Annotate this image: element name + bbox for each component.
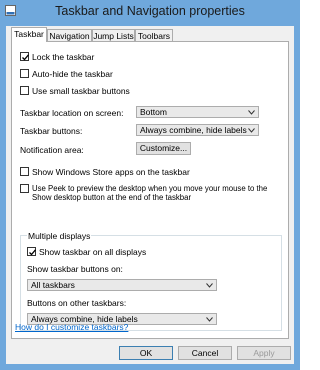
lock-taskbar-label: Lock the taskbar: [32, 52, 95, 62]
lock-taskbar-checkbox[interactable]: [20, 52, 29, 61]
help-link[interactable]: How do I customize taskbars?: [15, 322, 128, 332]
small-buttons-checkbox[interactable]: [20, 86, 29, 95]
properties-window: Taskbar and Navigation properties Taskba…: [0, 0, 300, 370]
apply-button[interactable]: Apply: [237, 346, 291, 360]
other-buttons-label: Buttons on other taskbars:: [27, 298, 127, 308]
checkmark-icon: [29, 249, 36, 256]
taskbar-buttons-dropdown[interactable]: Always combine, hide labels: [136, 124, 259, 136]
chevron-down-icon: [206, 317, 213, 322]
chevron-down-icon: [248, 110, 255, 115]
chevron-down-icon: [248, 128, 255, 133]
store-apps-label: Show Windows Store apps on the taskbar: [32, 167, 190, 177]
autohide-taskbar-checkbox[interactable]: [20, 69, 29, 78]
ok-button[interactable]: OK: [119, 346, 173, 360]
tab-toolbars[interactable]: Toolbars: [135, 29, 173, 41]
small-buttons-label: Use small taskbar buttons: [32, 86, 130, 96]
store-apps-checkbox[interactable]: [20, 167, 29, 176]
taskbar-location-label: Taskbar location on screen:: [20, 108, 124, 118]
title-bar[interactable]: Taskbar and Navigation properties: [0, 0, 300, 22]
customize-button[interactable]: Customize...: [136, 142, 191, 155]
show-buttons-on-label: Show taskbar buttons on:: [27, 264, 123, 274]
show-buttons-on-value: All taskbars: [31, 280, 75, 290]
chevron-down-icon: [206, 283, 213, 288]
taskbar-buttons-label: Taskbar buttons:: [20, 126, 83, 136]
tab-navigation[interactable]: Navigation: [47, 29, 92, 41]
cancel-button[interactable]: Cancel: [178, 346, 232, 360]
show-buttons-on-dropdown[interactable]: All taskbars: [27, 279, 217, 291]
taskbar-tab-panel: Lock the taskbar Auto-hide the taskbar U…: [11, 41, 289, 339]
peek-label-line2: Show desktop button at the end of the ta…: [32, 193, 192, 202]
peek-checkbox[interactable]: [20, 184, 29, 193]
taskbar-location-dropdown[interactable]: Bottom: [136, 106, 259, 118]
dialog-body: Taskbar Navigation Jump Lists Toolbars L…: [6, 26, 294, 364]
multiple-displays-group: Multiple displays Show taskbar on all di…: [20, 231, 282, 331]
window-title: Taskbar and Navigation properties: [55, 4, 245, 18]
autohide-taskbar-label: Auto-hide the taskbar: [32, 69, 113, 79]
tab-taskbar[interactable]: Taskbar: [11, 27, 47, 42]
checkmark-icon: [22, 54, 29, 61]
show-all-displays-label: Show taskbar on all displays: [39, 247, 147, 257]
show-all-displays-checkbox[interactable]: [27, 247, 36, 256]
notification-area-label: Notification area:: [20, 145, 84, 155]
tab-jump-lists[interactable]: Jump Lists: [92, 29, 135, 41]
taskbar-buttons-value: Always combine, hide labels: [140, 125, 247, 135]
multiple-displays-legend: Multiple displays: [27, 231, 92, 241]
taskbar-location-value: Bottom: [140, 107, 167, 117]
